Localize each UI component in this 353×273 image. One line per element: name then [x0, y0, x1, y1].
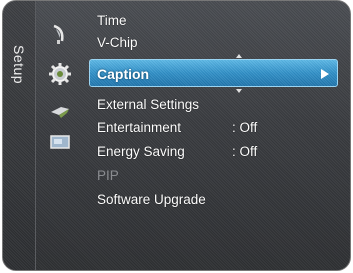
- menu-item-label: External Settings: [97, 97, 200, 112]
- menu-item-external-settings[interactable]: External Settings: [97, 95, 338, 115]
- gear-icon[interactable]: [47, 63, 73, 85]
- scroll-down-indicator: [236, 89, 242, 93]
- category-sidebar: Setup: [3, 1, 36, 270]
- menu-item-value: : Off: [232, 120, 258, 135]
- scroll-up-indicator: [236, 54, 242, 58]
- menu-item-label: Energy Saving: [97, 144, 185, 159]
- menu-item-time[interactable]: Time: [97, 11, 338, 31]
- menu-item-energy-saving[interactable]: Energy Saving : Off: [97, 142, 338, 162]
- sound-speaker-icon[interactable]: [47, 101, 73, 123]
- submenu-arrow-icon: [321, 69, 329, 79]
- menu-item-label: Entertainment: [97, 120, 182, 135]
- menu-item-v-chip[interactable]: V-Chip: [97, 33, 338, 53]
- menu-item-caption[interactable]: Caption: [89, 59, 338, 87]
- setup-menu-panel: Setup Time V-Chip Caption External Setti…: [2, 0, 351, 271]
- menu-item-label: PIP: [97, 168, 119, 183]
- tv-screen-icon[interactable]: [47, 131, 73, 153]
- menu-item-entertainment[interactable]: Entertainment : Off: [97, 118, 338, 138]
- setup-menu-list: Time V-Chip Caption External Settings En…: [89, 1, 338, 270]
- menu-item-pip: PIP: [97, 166, 338, 186]
- category-icon-column: [35, 1, 87, 270]
- category-label: Setup: [11, 45, 27, 85]
- menu-item-label: Caption: [97, 66, 150, 82]
- satellite-dish-icon[interactable]: [47, 23, 73, 45]
- menu-item-label: Software Upgrade: [97, 192, 206, 207]
- menu-item-label: Time: [97, 13, 127, 28]
- menu-item-value: : Off: [232, 144, 258, 159]
- menu-item-label: V-Chip: [97, 35, 138, 50]
- menu-item-software-upgrade[interactable]: Software Upgrade: [97, 190, 338, 210]
